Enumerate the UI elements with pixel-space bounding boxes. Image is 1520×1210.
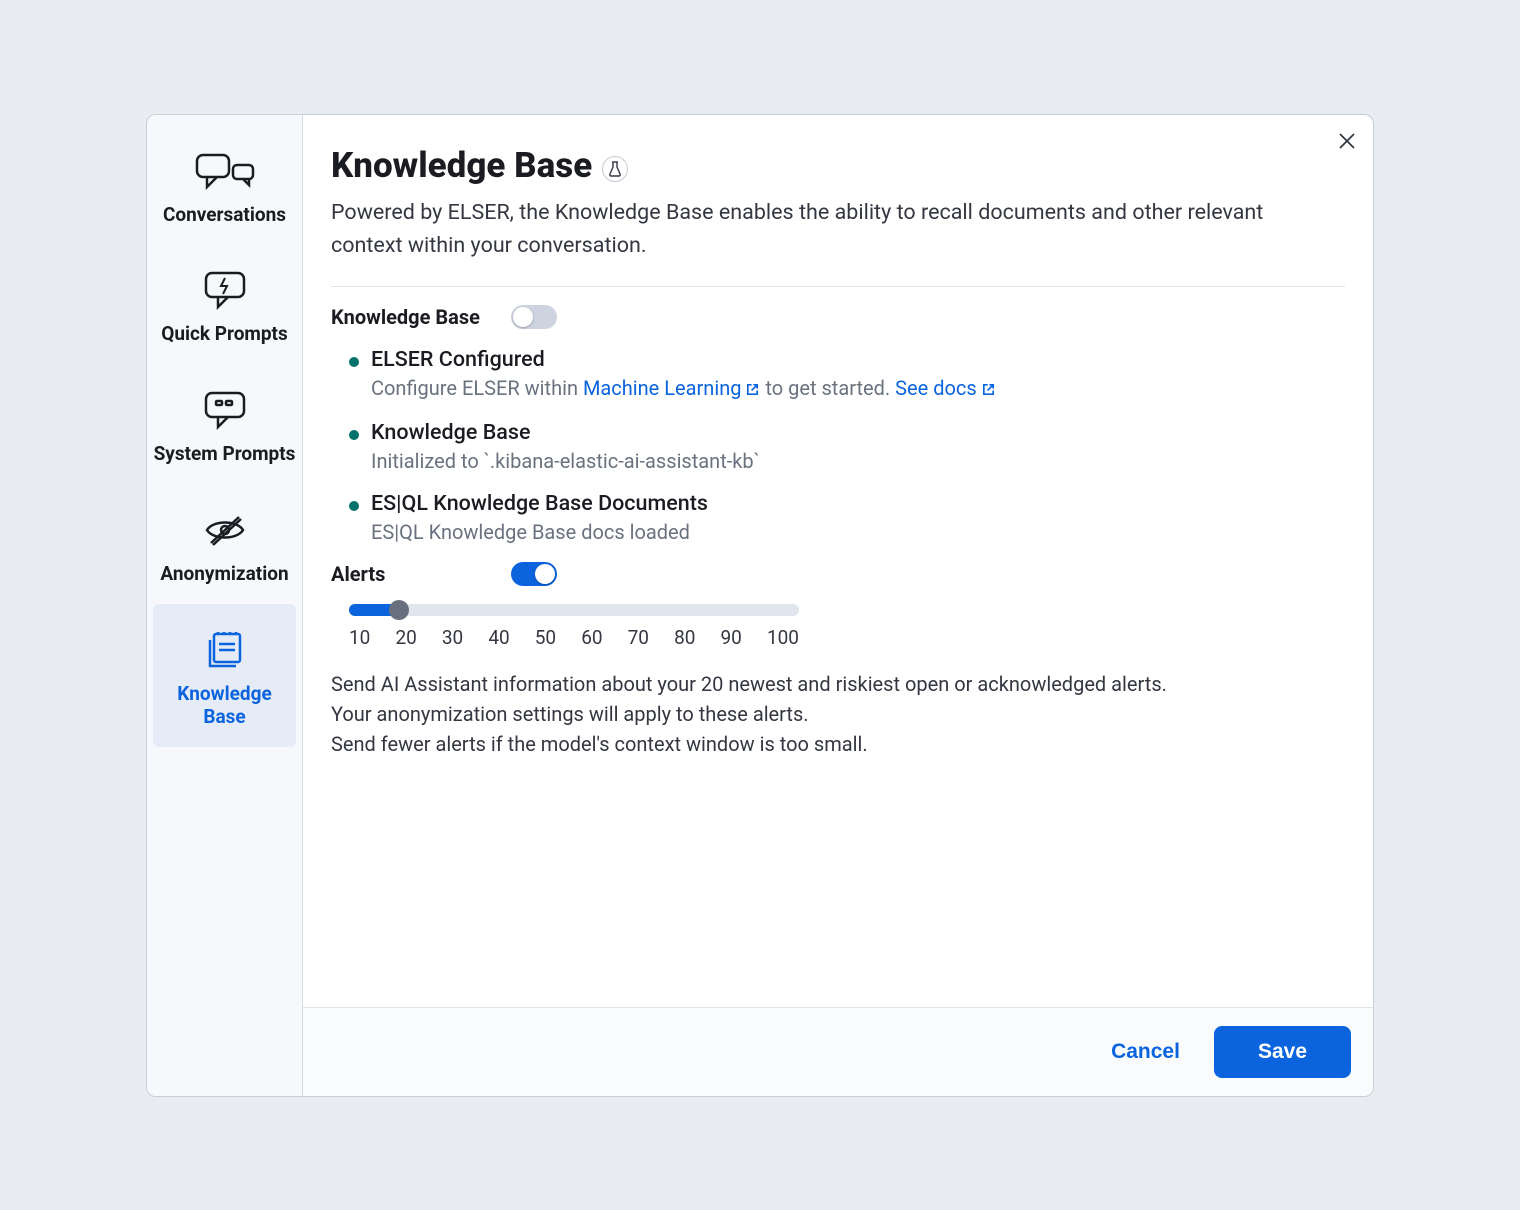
page-title: Knowledge Base: [331, 145, 592, 186]
kb-status-elser: ELSER Configured Configure ELSER within …: [349, 347, 1345, 402]
external-link-icon: [745, 378, 760, 402]
sidebar-item-conversations[interactable]: Conversations: [147, 125, 302, 245]
machine-learning-link[interactable]: Machine Learning: [583, 376, 761, 400]
slider-thumb[interactable]: [389, 600, 409, 620]
sidebar-item-anonymization[interactable]: Anonymization: [147, 484, 302, 604]
alerts-description: Send AI Assistant information about your…: [331, 669, 1345, 759]
settings-modal: Conversations Quick Prompts: [146, 114, 1374, 1097]
status-subtext: Initialized to `.kibana-elastic-ai-assis…: [371, 449, 1345, 473]
sidebar-item-label: Knowledge Base: [159, 682, 290, 730]
sidebar-item-knowledge-base[interactable]: Knowledge Base: [153, 604, 296, 748]
status-title: ELSER Configured: [371, 347, 1345, 372]
sidebar-item-label: Anonymization: [160, 562, 288, 586]
divider: [331, 286, 1345, 287]
chat-bubbles-icon: [193, 147, 257, 195]
kb-status-list: ELSER Configured Configure ELSER within …: [331, 347, 1345, 544]
page-subtitle: Powered by ELSER, the Knowledge Base ena…: [331, 196, 1311, 263]
external-link-icon: [981, 378, 996, 402]
alerts-toggle-label: Alerts: [331, 562, 491, 586]
kb-toggle-label: Knowledge Base: [331, 305, 491, 329]
alerts-slider[interactable]: [349, 604, 799, 616]
status-subtext: Configure ELSER within Machine Learning …: [371, 376, 1345, 402]
sidebar-item-label: System Prompts: [154, 442, 296, 466]
close-icon[interactable]: [1337, 131, 1357, 155]
beaker-icon: [602, 156, 628, 182]
sidebar: Conversations Quick Prompts: [147, 115, 303, 1096]
alerts-toggle[interactable]: [511, 562, 557, 586]
status-subtext: ES|QL Knowledge Base docs loaded: [371, 520, 1345, 544]
cancel-button[interactable]: Cancel: [1099, 1030, 1192, 1074]
system-chat-icon: [202, 386, 248, 434]
status-title: Knowledge Base: [371, 420, 1345, 445]
kb-status-esql: ES|QL Knowledge Base Documents ES|QL Kno…: [349, 491, 1345, 544]
kb-toggle[interactable]: [511, 305, 557, 329]
status-title: ES|QL Knowledge Base Documents: [371, 491, 1345, 516]
sidebar-item-label: Quick Prompts: [161, 322, 288, 346]
sidebar-item-system-prompts[interactable]: System Prompts: [147, 364, 302, 484]
footer: Cancel Save: [303, 1007, 1373, 1096]
eye-slash-icon: [203, 506, 247, 554]
notes-stack-icon: [204, 626, 246, 674]
kb-status-kb: Knowledge Base Initialized to `.kibana-e…: [349, 420, 1345, 473]
slider-ticks: 10 20 30 40 50 60 70 80 90 100: [349, 626, 799, 649]
sidebar-item-label: Conversations: [163, 203, 286, 227]
main-panel: Knowledge Base Powered by ELSER, the Kno…: [303, 115, 1373, 1096]
sidebar-item-quick-prompts[interactable]: Quick Prompts: [147, 244, 302, 364]
save-button[interactable]: Save: [1214, 1026, 1351, 1078]
see-docs-link[interactable]: See docs: [895, 376, 996, 400]
lightning-chat-icon: [202, 266, 248, 314]
